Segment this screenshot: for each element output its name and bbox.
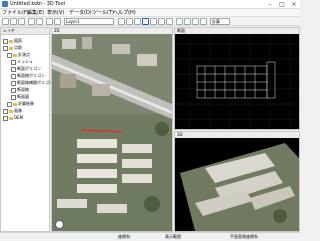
run-button[interactable]: 計算: [210, 18, 230, 25]
tree-item[interactable]: 計算結果: [7, 100, 34, 107]
maximize-icon[interactable]: □: [276, 0, 288, 9]
tree-item[interactable]: 点群: [3, 44, 22, 51]
menu-file[interactable]: ファイル(F): [2, 9, 29, 17]
tree-item[interactable]: 断面線ポリゴン: [11, 72, 45, 79]
tree-item[interactable]: DEM: [3, 114, 23, 121]
layer-icon[interactable]: [184, 18, 191, 25]
new-file-icon[interactable]: [2, 18, 9, 25]
north-arrow-icon: [55, 220, 64, 229]
select-tool-icon[interactable]: [46, 18, 53, 25]
line-tool-icon[interactable]: [126, 18, 133, 25]
minimize-icon[interactable]: –: [264, 0, 276, 9]
aerial-view-panel: 2D: [51, 27, 173, 232]
menu-tools[interactable]: ツール(T): [92, 9, 114, 17]
app-icon: [2, 1, 8, 7]
save-icon[interactable]: [18, 18, 25, 25]
tree-item[interactable]: 断面図: [11, 93, 29, 100]
measure-tool-icon[interactable]: [142, 18, 149, 25]
toolbar: Layer1 計算: [0, 17, 300, 26]
tree-item[interactable]: 断面ポリゴン: [11, 65, 41, 72]
tree-item[interactable]: メッシュ: [11, 58, 33, 65]
polygon-tool-icon[interactable]: [134, 18, 141, 25]
point-tool-icon[interactable]: [118, 18, 125, 25]
grid-icon[interactable]: [176, 18, 183, 25]
redo-icon[interactable]: [36, 18, 43, 25]
menu-edit[interactable]: 編集(E): [27, 9, 44, 17]
layer-panel: レイヤ 図面 点群 計測点 メッシュ 断面ポリゴン 断面線ポリゴン 断面線補間ポ…: [0, 27, 53, 232]
tree-item[interactable]: 断面線補間ポリゴン: [11, 79, 53, 86]
tree-item[interactable]: 図面: [3, 37, 22, 44]
aerial-photo[interactable]: [52, 34, 172, 231]
settings-icon[interactable]: [192, 18, 199, 25]
tree-item[interactable]: 計測点: [7, 51, 30, 58]
close-icon[interactable]: ×: [288, 0, 300, 9]
pan-tool-icon[interactable]: [54, 18, 61, 25]
layer-panel-title: レイヤ: [1, 28, 49, 35]
tree-item[interactable]: 画像: [3, 107, 22, 114]
export-icon[interactable]: [200, 18, 207, 25]
menu-data[interactable]: データ(D): [69, 9, 92, 17]
status-bar: 座標系: 表示範囲 平面直角座標系: [0, 232, 300, 240]
menu-bar: ファイル(F) 編集(E) 表示(V) データ(D) ツール(T) ヘルプ(H): [0, 9, 300, 17]
3d-view-panel: 3D: [174, 131, 300, 232]
zoom-in-icon[interactable]: [150, 18, 157, 25]
section-view-panel: 断面: [174, 27, 300, 130]
menu-help[interactable]: ヘルプ(H): [113, 9, 136, 17]
3d-canvas[interactable]: [175, 138, 299, 231]
layer-select[interactable]: Layer1: [64, 18, 114, 25]
zoom-out-icon[interactable]: [158, 18, 165, 25]
undo-icon[interactable]: [28, 18, 35, 25]
section-canvas[interactable]: [175, 34, 299, 129]
title-bar: Untitled.kobi - 3D Tool – □ ×: [0, 0, 300, 9]
tree-item[interactable]: 断面線: [11, 86, 29, 93]
window-title: Untitled.kobi - 3D Tool: [10, 1, 66, 7]
zoom-fit-icon[interactable]: [166, 18, 173, 25]
menu-view[interactable]: 表示(V): [47, 9, 64, 17]
open-file-icon[interactable]: [10, 18, 17, 25]
